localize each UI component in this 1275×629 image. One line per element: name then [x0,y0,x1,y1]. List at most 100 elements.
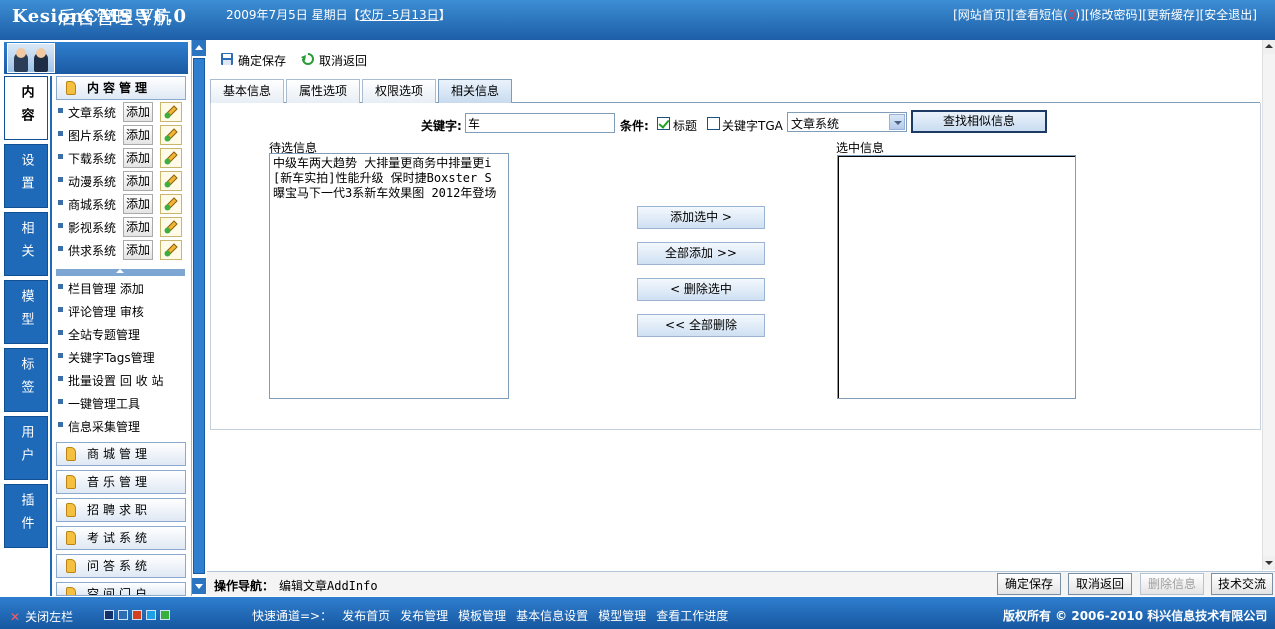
delete-info-button[interactable]: 删除信息 [1140,573,1204,595]
lunar-date-link[interactable]: 农历 -5月13日 [360,8,439,22]
collect-manage-link[interactable]: 信息采集管理 [68,420,140,434]
quick-link-model-manage[interactable]: 模型管理 [598,609,646,623]
bottom-cancel-button[interactable]: 取消返回 [1068,573,1132,595]
system-name[interactable]: 下载系统 [68,150,116,167]
sidebar-tab-model[interactable]: 模型 [4,280,48,344]
tab-basic-info[interactable]: 基本信息 [210,79,284,103]
collapse-handle[interactable] [56,269,185,276]
system-edit-pencil-icon[interactable] [160,148,182,168]
system-edit-pencil-icon[interactable] [160,194,182,214]
system-edit-pencil-icon[interactable] [160,217,182,237]
module-content-management[interactable]: 内容管理 [56,76,186,100]
tab-permissions[interactable]: 权限选项 [362,79,436,103]
chosen-listbox[interactable] [837,155,1076,399]
site-home-link[interactable]: [网站首页] [953,8,1010,22]
system-name[interactable]: 供求系统 [68,242,116,259]
theme-swatch-navy[interactable] [104,610,114,620]
theme-swatch-sky[interactable] [146,610,156,620]
tech-exchange-button[interactable]: 技术交流 [1211,573,1273,595]
topic-manage-link[interactable]: 全站专题管理 [68,328,140,342]
list-item[interactable]: 中级车两大趋势 大排量更商务中排量更i [273,156,505,171]
system-edit-pencil-icon[interactable] [160,171,182,191]
quick-link-basic-settings[interactable]: 基本信息设置 [516,609,588,623]
column-manage-link[interactable]: 栏目管理 [68,282,116,296]
recycle-bin-link[interactable]: 回 收 站 [120,374,164,388]
view-messages-link-end[interactable]: )] [1076,8,1085,22]
system-add-button[interactable]: 添加 [123,171,153,191]
module-exam[interactable]: 考试系统 [56,526,186,550]
theme-swatch-blue[interactable] [118,610,128,620]
system-add-button[interactable]: 添加 [123,240,153,260]
system-edit-pencil-icon[interactable] [160,125,182,145]
quick-link-publish-manage[interactable]: 发布管理 [400,609,448,623]
sidebar-tab-settings[interactable]: 设置 [4,144,48,208]
quick-label: 快速通道=>： [252,609,333,623]
batch-settings-link[interactable]: 批量设置 [68,374,116,388]
comment-review-link[interactable]: 审核 [120,305,144,319]
sidebar-scrollbar[interactable] [191,40,206,596]
system-name[interactable]: 文章系统 [68,104,116,121]
list-item[interactable]: 曝宝马下一代3系新车效果图 2012年登场 [273,186,505,201]
logout-link[interactable]: [安全退出] [1200,8,1257,22]
system-add-button[interactable]: 添加 [123,102,153,122]
theme-swatch-green[interactable] [160,610,170,620]
sidebar-tab-users[interactable]: 用户 [4,416,48,480]
remove-selected-button[interactable]: < 删除选中 [637,278,765,301]
sidebar-tab-tags[interactable]: 标签 [4,348,48,412]
system-name[interactable]: 图片系统 [68,127,116,144]
scroll-thumb[interactable] [193,58,205,574]
refresh-cache-link[interactable]: [更新缓存] [1142,8,1199,22]
comment-manage-link[interactable]: 评论管理 [68,305,116,319]
arrow-down-icon [195,584,203,589]
find-similar-button[interactable]: 查找相似信息 [911,110,1047,133]
close-left-pane-button[interactable]: ✕ 关闭左栏 [10,608,73,625]
system-add-button[interactable]: 添加 [123,148,153,168]
theme-swatch-red[interactable] [132,610,142,620]
sidebar-tab-content[interactable]: 内容 [4,76,48,140]
system-name[interactable]: 商城系统 [68,196,116,213]
scroll-down-button[interactable] [192,578,206,594]
system-add-button[interactable]: 添加 [123,125,153,145]
scroll-down-button[interactable] [1263,556,1275,570]
system-name[interactable]: 影视系统 [68,219,116,236]
module-music-management[interactable]: 音乐管理 [56,470,186,494]
scroll-up-button[interactable] [192,40,206,56]
system-edit-pencil-icon[interactable] [160,102,182,122]
scroll-up-button[interactable] [1263,40,1275,54]
system-select[interactable]: 文章系统 [787,112,907,132]
system-edit-pencil-icon[interactable] [160,240,182,260]
keyword-input[interactable] [465,113,615,133]
bullet-icon [58,422,63,427]
quick-link-work-progress[interactable]: 查看工作进度 [656,609,728,623]
quick-link-publish-home[interactable]: 发布首页 [342,609,390,623]
cancel-button[interactable]: 取消返回 [301,52,367,69]
bottom-save-button[interactable]: 确定保存 [997,573,1061,595]
tab-attributes[interactable]: 属性选项 [286,79,360,103]
sidebar-tab-plugins[interactable]: 插件 [4,484,48,548]
candidates-listbox[interactable]: 中级车两大趋势 大排量更商务中排量更i [新车实拍]性能升级 保时捷Boxste… [269,153,509,399]
tab-related-info[interactable]: 相关信息 [438,79,512,103]
module-space-portal[interactable]: 空间门户 [56,582,186,596]
quick-link-template-manage[interactable]: 模板管理 [458,609,506,623]
title-checkbox[interactable] [657,117,670,130]
system-name[interactable]: 动漫系统 [68,173,116,190]
add-all-button[interactable]: 全部添加 >> [637,242,765,265]
column-add-link[interactable]: 添加 [120,282,144,296]
view-messages-link[interactable]: [查看短信( [1010,8,1067,22]
system-add-button[interactable]: 添加 [123,194,153,214]
list-item[interactable]: [新车实拍]性能升级 保时捷Boxster S [273,171,505,186]
module-qa[interactable]: 问答系统 [56,554,186,578]
save-button[interactable]: 确定保存 [220,52,286,69]
add-selected-button[interactable]: 添加选中 > [637,206,765,229]
system-add-button[interactable]: 添加 [123,217,153,237]
operation-nav-path: 编辑文章AddInfo [279,579,378,593]
sidebar-tab-related[interactable]: 相关 [4,212,48,276]
module-jobs[interactable]: 招聘求职 [56,498,186,522]
tags-manage-link[interactable]: 关键字Tags管理 [68,351,155,365]
remove-all-button[interactable]: << 全部删除 [637,314,765,337]
one-click-tools-link[interactable]: 一键管理工具 [68,397,140,411]
change-password-link[interactable]: [修改密码] [1085,8,1142,22]
main-scrollbar[interactable] [1262,40,1275,570]
module-shop-management[interactable]: 商城管理 [56,442,186,466]
keyword-tga-checkbox[interactable] [707,117,720,130]
